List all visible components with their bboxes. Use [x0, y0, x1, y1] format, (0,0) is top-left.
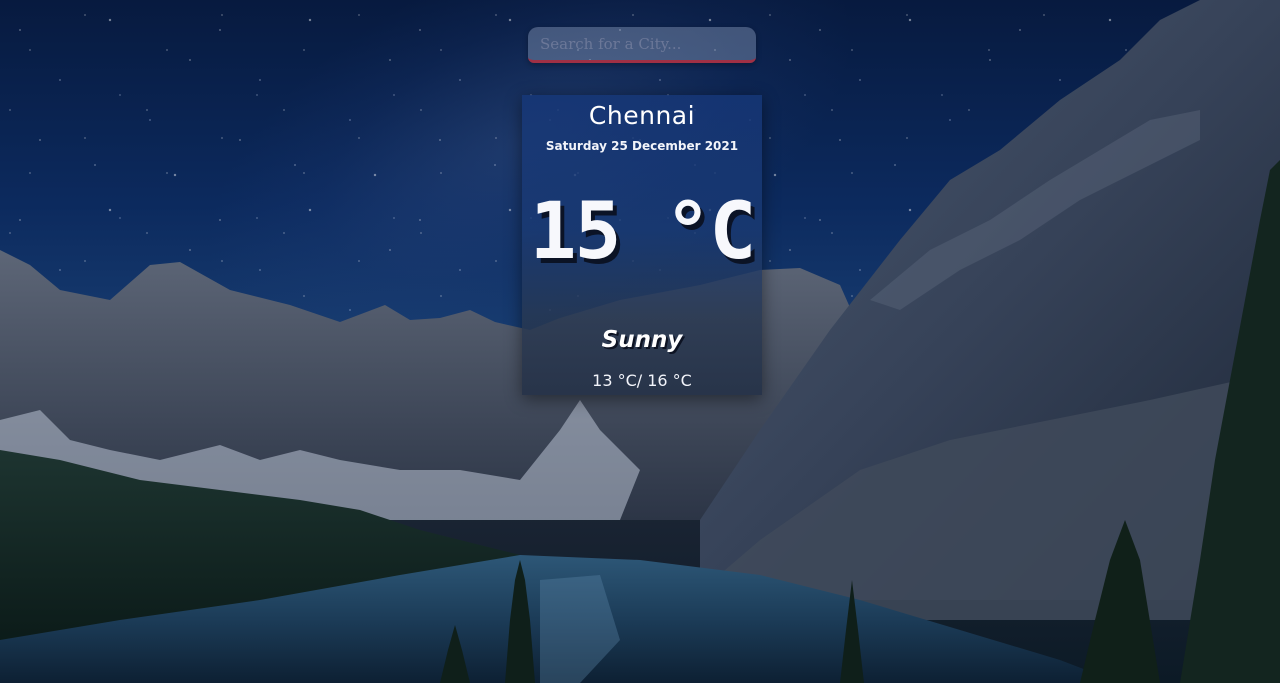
search-box[interactable] — [528, 27, 756, 63]
current-temperature: 15 °C — [529, 187, 757, 277]
city-name: Chennai — [588, 101, 696, 130]
city-search-input[interactable] — [528, 27, 756, 60]
weather-condition: Sunny — [601, 327, 683, 353]
current-date: Saturday 25 December 2021 — [545, 139, 739, 153]
weather-card: Chennai Saturday 25 December 2021 15 °C … — [522, 95, 762, 395]
temperature-range: 13 °C/ 16 °C — [592, 371, 692, 390]
